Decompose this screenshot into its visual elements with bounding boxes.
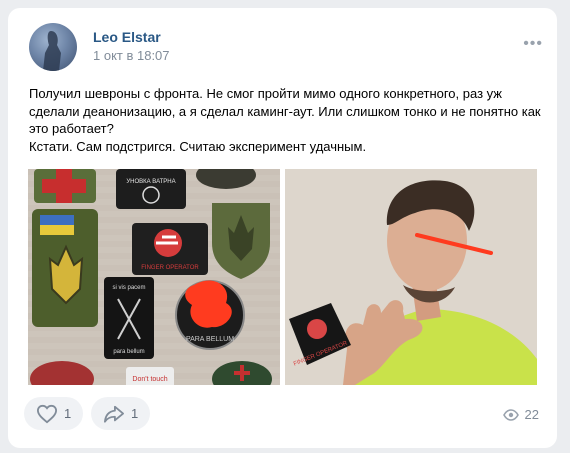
avatar[interactable] xyxy=(29,23,77,71)
share-icon xyxy=(104,405,124,423)
views-count: 22 xyxy=(524,407,539,422)
share-button[interactable]: 1 xyxy=(91,397,150,430)
post-time[interactable]: 1 окт в 18:07 xyxy=(93,48,170,63)
post-text-line: Получил шевроны с фронта. Не смог пройти… xyxy=(29,86,541,136)
like-button[interactable]: 1 xyxy=(24,397,83,430)
more-icon[interactable]: ••• xyxy=(523,36,543,52)
patch-text: si vis pacem xyxy=(112,285,145,291)
patch-text: para bellum xyxy=(113,349,144,355)
photo-patches[interactable]: УНОВКА ВАТРНА FINGER OPERATOR si vis pac… xyxy=(28,169,280,385)
share-count: 1 xyxy=(131,406,139,421)
views-counter: 22 xyxy=(502,407,539,422)
patch-text: PARA BELLUM xyxy=(186,336,234,343)
post-card: Leo Elstar 1 окт в 18:07 ••• Получил шев… xyxy=(8,8,557,448)
patch-text: УНОВКА ВАТРНА xyxy=(126,179,175,185)
eye-icon xyxy=(502,408,519,421)
like-count: 1 xyxy=(64,406,72,421)
patch-text: Don't touch xyxy=(132,376,167,383)
patch-text: FINGER OPERATOR xyxy=(141,265,199,271)
post-text-line: Кстати. Сам подстригся. Считаю экспериме… xyxy=(29,138,367,154)
heart-icon xyxy=(36,404,58,423)
photo-selfie[interactable]: FINGER OPERATOR xyxy=(285,169,537,385)
author-name[interactable]: Leo Elstar xyxy=(93,29,161,45)
post-text: Получил шевроны с фронта. Не смог пройти… xyxy=(29,85,544,155)
